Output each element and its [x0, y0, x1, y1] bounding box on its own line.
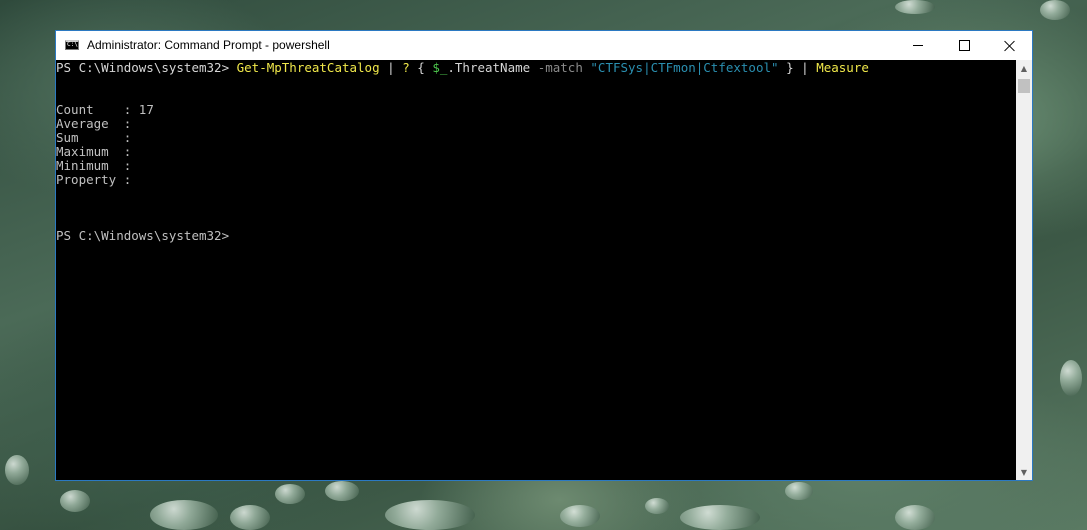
- background-droplet: [60, 490, 90, 512]
- minimize-button[interactable]: [895, 31, 941, 60]
- console-output[interactable]: PS C:\Windows\system32> Get-MpThreatCata…: [56, 60, 1016, 480]
- background-droplet: [150, 500, 218, 530]
- output-row-minimum: Minimum :: [56, 159, 139, 173]
- prompt-text: PS C:\Windows\system32>: [56, 60, 237, 75]
- output-row-average: Average :: [56, 117, 139, 131]
- background-droplet: [785, 482, 813, 500]
- property-text: .ThreatName: [447, 60, 531, 75]
- brace-close-text: }: [778, 60, 802, 75]
- output-row-sum: Sum :: [56, 131, 139, 145]
- output-row-maximum: Maximum :: [56, 145, 139, 159]
- scroll-up-button[interactable]: ▲: [1016, 60, 1032, 76]
- close-icon: [1004, 40, 1016, 52]
- output-row-count: Count : 17: [56, 103, 154, 117]
- operator-text: -match: [530, 60, 591, 75]
- minimize-icon: [913, 45, 923, 46]
- background-droplet: [1040, 0, 1070, 20]
- icon-label: C:\: [67, 41, 78, 48]
- command-prompt-window: C:\ Administrator: Command Prompt - powe…: [55, 30, 1033, 481]
- output-label: Property :: [56, 172, 139, 187]
- variable-text: $_: [432, 60, 448, 75]
- maximize-button[interactable]: [941, 31, 987, 60]
- pipe-text: |: [379, 60, 403, 75]
- background-droplet: [645, 498, 669, 514]
- output-label: Average :: [56, 116, 139, 131]
- output-row-property: Property :: [56, 173, 139, 187]
- chevron-down-icon: ▼: [1020, 467, 1028, 477]
- final-prompt: PS C:\Windows\system32>: [56, 228, 230, 243]
- pipe-text: |: [801, 60, 817, 75]
- pattern-string-text: "CTFSys|CTFmon|Ctfextool": [590, 60, 779, 75]
- scroll-thumb[interactable]: [1018, 79, 1030, 93]
- maximize-icon: [958, 40, 970, 51]
- output-label: Count :: [56, 102, 139, 117]
- background-droplet: [1060, 360, 1082, 396]
- output-label: Sum :: [56, 130, 139, 145]
- command-line: PS C:\Windows\system32> Get-MpThreatCata…: [56, 61, 869, 75]
- chevron-up-icon: ▲: [1020, 63, 1028, 73]
- background-droplet: [385, 500, 475, 530]
- where-alias-text: ?: [402, 60, 410, 75]
- output-label: Maximum :: [56, 144, 139, 159]
- title-bar[interactable]: C:\ Administrator: Command Prompt - powe…: [56, 31, 1032, 60]
- background-droplet: [230, 505, 270, 530]
- measure-cmdlet-text: Measure: [816, 60, 869, 75]
- close-button[interactable]: [987, 31, 1033, 60]
- output-label: Minimum :: [56, 158, 139, 173]
- background-droplet: [680, 505, 760, 530]
- background-droplet: [275, 484, 305, 504]
- background-droplet: [560, 505, 600, 527]
- window-title: Administrator: Command Prompt - powershe…: [87, 38, 330, 52]
- background-droplet: [895, 505, 935, 530]
- command-prompt-icon: C:\: [65, 40, 79, 50]
- cmdlet-text: Get-MpThreatCatalog: [236, 60, 380, 75]
- background-droplet: [325, 481, 359, 501]
- scroll-down-button[interactable]: ▼: [1016, 464, 1032, 480]
- brace-open-text: {: [409, 60, 433, 75]
- output-value: 17: [138, 102, 154, 117]
- background-droplet: [5, 455, 29, 485]
- background-droplet: [895, 0, 935, 14]
- vertical-scrollbar[interactable]: ▲ ▼: [1016, 60, 1032, 480]
